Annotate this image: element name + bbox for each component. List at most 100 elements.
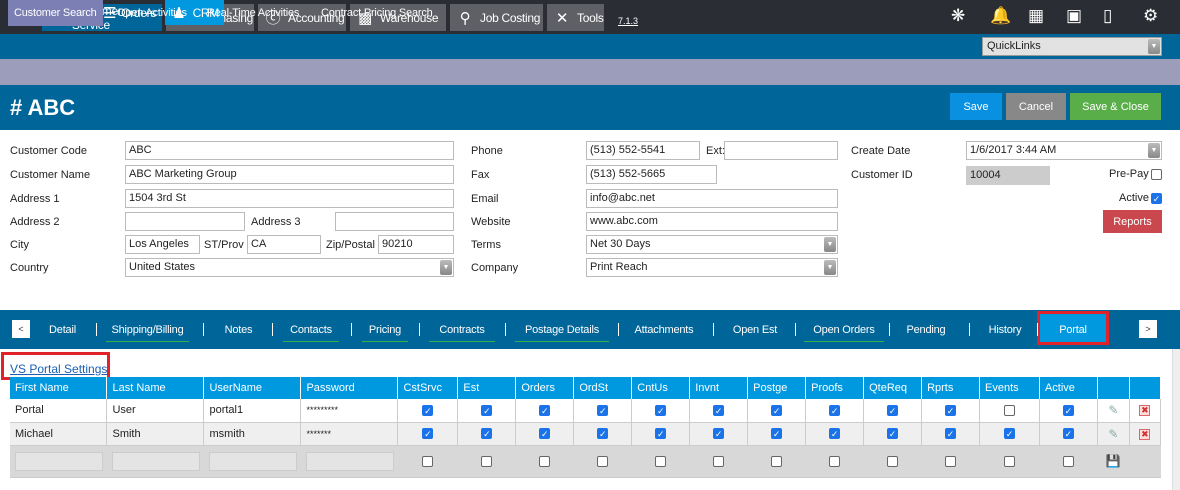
permission-checkbox-active[interactable]: ✓ [1062,404,1074,416]
subnav-tab-contract-pricing-search[interactable]: Contract Pricing Search [315,0,439,26]
permission-checkbox-postge[interactable]: ✓ [771,428,783,440]
new-permission-checkbox[interactable] [771,455,783,467]
permission-checkbox-orders[interactable]: ✓ [539,404,551,416]
edit-icon[interactable]: ✎ [1108,403,1118,417]
network-icon[interactable]: ❋ [951,6,965,26]
nav-tab-job-costing[interactable]: ⚲ Job Costing [450,4,543,31]
reports-button[interactable]: Reports [1103,210,1162,233]
edit-icon[interactable]: ✎ [1108,427,1118,441]
prepay-checkbox[interactable] [1151,169,1162,180]
tab-contacts[interactable]: Contacts [283,318,339,342]
subnav-tab-open-activities[interactable]: Open Activities [111,0,193,26]
zip-input[interactable]: 90210 [378,235,454,254]
customer-name-input[interactable]: ABC Marketing Group [125,165,454,184]
permission-checkbox-orders[interactable]: ✓ [539,428,551,440]
subnav-tab-real-time-activities[interactable]: Real-Time Activities [201,0,305,26]
customer-code-input[interactable]: ABC [125,141,454,160]
tabs-next-button[interactable]: > [1139,320,1157,338]
create-date-select[interactable]: 1/6/2017 3:44 AM ▼ [966,141,1162,160]
new-permission-checkbox[interactable] [481,455,493,467]
country-select[interactable]: United States ▼ [125,258,454,277]
delete-icon[interactable]: ✖ [1139,428,1151,440]
ext-input[interactable] [724,141,838,160]
save-button[interactable]: Save [950,93,1002,120]
state-input[interactable]: CA [247,235,321,254]
permission-checkbox-ordst[interactable]: ✓ [597,428,609,440]
permission-checkbox-qtereq[interactable]: ✓ [887,428,899,440]
version-link[interactable]: 7.1.3 [618,16,638,26]
tab-shipping-billing[interactable]: Shipping/Billing [106,318,189,342]
customer-id-input[interactable]: 10004 [966,166,1050,185]
tab-history[interactable]: History [980,318,1030,342]
address3-input[interactable] [335,212,454,231]
permission-checkbox-cntus[interactable]: ✓ [655,404,667,416]
cancel-button[interactable]: Cancel [1006,93,1066,120]
gear-icon[interactable]: ⚙ [1143,6,1158,26]
address2-input[interactable] [125,212,245,231]
address1-input[interactable]: 1504 3rd St [125,189,454,208]
document-icon[interactable]: ▯ [1103,6,1112,26]
tab-pending[interactable]: Pending [894,318,958,342]
new-username-input[interactable] [208,451,297,471]
new-permission-checkbox[interactable] [655,455,667,467]
new-password-input[interactable] [305,451,394,471]
permission-checkbox-events[interactable]: ✓ [1003,428,1015,440]
permission-checkbox-qtereq[interactable]: ✓ [887,404,899,416]
tab-portal[interactable]: Portal [1040,318,1106,342]
phone-input[interactable]: (513) 552-5541 [586,141,700,160]
nav-tab-tools[interactable]: ✕ Tools [547,4,604,31]
new-permission-checkbox[interactable] [422,455,434,467]
tab-attachments[interactable]: Attachments [626,318,702,342]
new-permission-checkbox[interactable] [539,455,551,467]
save-close-button[interactable]: Save & Close [1070,93,1161,120]
tab-open-orders[interactable]: Open Orders [804,318,884,342]
new-permission-checkbox[interactable] [945,455,957,467]
permission-checkbox-events[interactable] [1003,404,1015,416]
active-checkbox[interactable]: ✓ [1151,193,1162,204]
company-select[interactable]: Print Reach ▼ [586,258,838,277]
new-permission-checkbox[interactable] [597,455,609,467]
new-permission-checkbox[interactable] [713,455,725,467]
new-permission-checkbox[interactable] [829,455,841,467]
permission-checkbox-active[interactable]: ✓ [1062,428,1074,440]
permission-checkbox-cntus[interactable]: ✓ [655,428,667,440]
permission-checkbox-ordst[interactable]: ✓ [597,404,609,416]
new-permission-checkbox[interactable] [1062,455,1074,467]
permission-checkbox-rprts[interactable]: ✓ [945,404,957,416]
permission-checkbox-postge[interactable]: ✓ [771,404,783,416]
new-last-name-input[interactable] [111,451,200,471]
email-input[interactable]: info@abc.net [586,189,838,208]
new-permission-checkbox[interactable] [1003,455,1015,467]
subnav-tab-customer-search[interactable]: Customer Search [8,0,103,26]
calendar-icon[interactable]: ▦ [1028,6,1044,26]
permission-checkbox-proofs[interactable]: ✓ [829,404,841,416]
permission-checkbox-est[interactable]: ✓ [481,428,493,440]
save-icon[interactable]: 💾 [1106,454,1121,468]
permission-checkbox-est[interactable]: ✓ [481,404,493,416]
tab-pricing[interactable]: Pricing [362,318,408,342]
quicklinks-select[interactable]: QuickLinks ▼ [982,37,1162,56]
permission-checkbox-invnt[interactable]: ✓ [713,428,725,440]
permission-checkbox-proofs[interactable]: ✓ [829,428,841,440]
permission-checkbox-rprts[interactable]: ✓ [945,428,957,440]
scrollbar[interactable] [1172,349,1180,490]
website-input[interactable]: www.abc.com [586,212,838,231]
new-permission-checkbox[interactable] [887,455,899,467]
permission-checkbox-cstsrvc[interactable]: ✓ [422,428,434,440]
terms-select[interactable]: Net 30 Days ▼ [586,235,838,254]
fax-input[interactable]: (513) 552-5665 [586,165,717,184]
tab-contracts[interactable]: Contracts [429,318,495,342]
tabs-prev-button[interactable]: < [12,320,30,338]
new-first-name-input[interactable] [15,451,103,471]
monitor-icon[interactable]: ▣ [1066,6,1082,26]
tab-detail[interactable]: Detail [40,318,85,342]
tab-postage-details[interactable]: Postage Details [515,318,609,342]
city-input[interactable]: Los Angeles [125,235,200,254]
tab-open-est[interactable]: Open Est [724,318,786,342]
permission-checkbox-cstsrvc[interactable]: ✓ [422,404,434,416]
bell-icon[interactable]: 🔔 [990,6,1011,26]
tab-notes[interactable]: Notes [216,318,261,342]
quicklinks-value: QuickLinks [987,40,1041,52]
delete-icon[interactable]: ✖ [1139,405,1151,417]
permission-checkbox-invnt[interactable]: ✓ [713,404,725,416]
